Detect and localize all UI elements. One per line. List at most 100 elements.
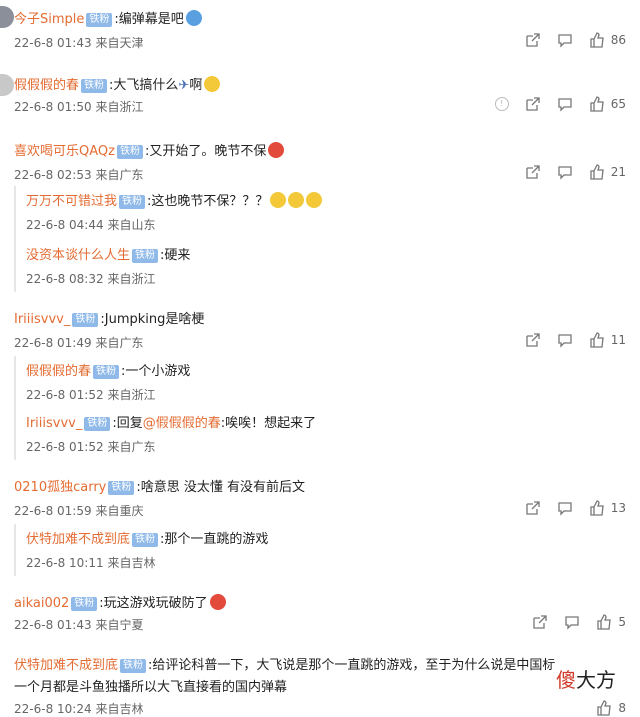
comment-date: 22-6-8 01:59 xyxy=(14,504,92,518)
fan-badge: 铁粉 xyxy=(86,13,113,27)
reply-button[interactable] xyxy=(557,332,573,348)
like-button[interactable]: 11 xyxy=(589,332,626,348)
fan-badge: 铁粉 xyxy=(71,597,98,611)
fan-badge: 铁粉 xyxy=(108,481,135,495)
thumbs-up-icon xyxy=(590,500,604,516)
laugh-cry-emoji-icon xyxy=(270,192,287,208)
comment: Iriiisvvv_ 铁粉:Jumpking是啥梗 22-6-8 01:49 来自… xyxy=(0,304,640,464)
angry-emoji-icon xyxy=(209,594,226,610)
comment-text: :Jumpking是啥梗 xyxy=(100,312,205,327)
comment: 伏特加难不成到底 铁粉:给评论科普一下，大飞说是那个一直跳的游戏，至于为什么说是中… xyxy=(0,650,640,716)
fan-badge: 铁粉 xyxy=(93,365,120,379)
like-button[interactable]: 86 xyxy=(589,32,626,48)
username[interactable]: 喜欢喝可乐QAQz xyxy=(14,144,115,159)
share-icon xyxy=(526,97,540,111)
reply-location: 来自广东 xyxy=(107,440,156,454)
username[interactable]: 0210孤独carry xyxy=(14,480,106,495)
like-count: 11 xyxy=(610,333,626,347)
share-icon xyxy=(526,333,540,347)
fan-badge: 铁粉 xyxy=(120,659,147,673)
comment-text: :啥意思 没太懂 有没有前后文 xyxy=(136,480,306,495)
info-icon[interactable]: ! xyxy=(494,97,509,111)
reply-text: :那个一直跳的游戏 xyxy=(160,532,269,547)
reply-button[interactable] xyxy=(557,500,573,516)
comment-icon xyxy=(558,166,572,180)
avatar[interactable] xyxy=(0,6,14,28)
share-icon xyxy=(533,615,548,629)
reply-location: 来自山东 xyxy=(107,218,156,232)
like-button[interactable]: 8 xyxy=(596,700,626,716)
comment-text: :又开始了。晚节不保 xyxy=(144,144,267,159)
reply-thread: 伏特加难不成到底 铁粉:那个一直跳的游戏 22-6-8 10:11 来自吉林 xyxy=(14,524,516,576)
reply-button[interactable] xyxy=(557,164,573,180)
comment: 0210孤独carry 铁粉:啥意思 没太懂 有没有前后文 22-6-8 01:5… xyxy=(0,472,640,582)
comment-text: :编弹幕是吧 xyxy=(114,12,184,27)
fan-badge: 铁粉 xyxy=(132,533,159,547)
reply-location: 来自浙江 xyxy=(107,272,156,286)
like-count: 8 xyxy=(618,701,626,715)
fan-badge: 铁粉 xyxy=(81,79,108,93)
comment-icon xyxy=(558,34,572,48)
watermark-logo: 傻大方 xyxy=(552,664,620,693)
avatar[interactable] xyxy=(0,74,14,96)
fan-badge: 铁粉 xyxy=(84,417,111,431)
like-button[interactable]: 5 xyxy=(596,614,626,630)
username[interactable]: 假假假的春 xyxy=(26,364,91,379)
comment-text-end: 啊 xyxy=(189,78,203,93)
username[interactable]: 伏特加难不成到底 xyxy=(26,532,130,547)
comment: aikai002 铁粉:玩这游戏玩破防了 22-6-8 01:43 来自宁夏 5 xyxy=(0,588,640,648)
username[interactable]: 今子Simple xyxy=(14,12,84,27)
reply-date: 22-6-8 01:52 xyxy=(26,388,104,402)
share-icon xyxy=(526,165,540,179)
like-button[interactable]: 21 xyxy=(589,164,626,180)
reply-date: 22-6-8 10:11 xyxy=(26,556,104,570)
mention-link[interactable]: @假假假的春 xyxy=(143,416,221,431)
username[interactable]: Iriiisvvv_ xyxy=(26,416,82,431)
username[interactable]: aikai002 xyxy=(14,596,69,611)
shocked-emoji-icon xyxy=(204,76,221,92)
share-button[interactable] xyxy=(525,96,541,112)
comment-location: 来自浙江 xyxy=(95,100,144,114)
comment-icon xyxy=(558,98,572,112)
comment-icon xyxy=(565,616,580,630)
reply-text: :硬来 xyxy=(160,248,191,263)
share-icon xyxy=(526,33,540,47)
comment-date: 22-6-8 01:49 xyxy=(14,336,92,350)
username[interactable]: Iriiisvvv_ xyxy=(14,312,70,327)
laugh-cry-emoji-icon xyxy=(306,192,323,208)
username[interactable]: 伏特加难不成到底 xyxy=(14,658,118,673)
comment-location: 来自重庆 xyxy=(95,504,144,518)
share-button[interactable] xyxy=(525,332,541,348)
share-button[interactable] xyxy=(525,32,541,48)
username[interactable]: 万万不可错过我 xyxy=(26,194,117,209)
username[interactable]: 没资本谈什么人生 xyxy=(26,248,130,263)
like-button[interactable]: 65 xyxy=(589,96,626,112)
reply-text: :一个小游戏 xyxy=(121,364,191,379)
reply-button[interactable] xyxy=(564,614,580,630)
like-button[interactable]: 13 xyxy=(589,500,626,516)
fan-badge: 铁粉 xyxy=(72,313,99,327)
reply-date: 22-6-8 08:32 xyxy=(26,272,104,286)
fan-badge: 铁粉 xyxy=(116,145,143,159)
reply-location: 来自吉林 xyxy=(107,556,156,570)
thumbs-up-icon xyxy=(597,700,612,716)
like-count: 21 xyxy=(610,165,626,179)
comment-location: 来自吉林 xyxy=(95,702,144,716)
share-button[interactable] xyxy=(532,614,548,630)
share-icon xyxy=(526,501,540,515)
reply-thread: 假假假的春 铁粉:一个小游戏 22-6-8 01:52 来自浙江 Iriiisvv… xyxy=(14,356,516,460)
share-button[interactable] xyxy=(525,164,541,180)
reply-date: 22-6-8 04:44 xyxy=(26,218,104,232)
comment-text: :大飞搞什么 xyxy=(109,78,179,93)
reply-button[interactable] xyxy=(557,32,573,48)
reply-button[interactable] xyxy=(557,96,573,112)
thumbs-up-icon xyxy=(590,332,604,348)
share-button[interactable] xyxy=(525,500,541,516)
reply-thread: 万万不可错过我 铁粉:这也晚节不保？？？ 22-6-8 04:44 来自山东 没资… xyxy=(14,186,516,292)
reply-date: 22-6-8 01:52 xyxy=(26,440,104,454)
crying-emoji-icon xyxy=(185,10,202,26)
comment-icon xyxy=(558,334,572,348)
username[interactable]: 假假假的春 xyxy=(14,78,79,93)
comment-text: :玩这游戏玩破防了 xyxy=(99,596,208,611)
laugh-cry-emoji-icon xyxy=(288,192,305,208)
